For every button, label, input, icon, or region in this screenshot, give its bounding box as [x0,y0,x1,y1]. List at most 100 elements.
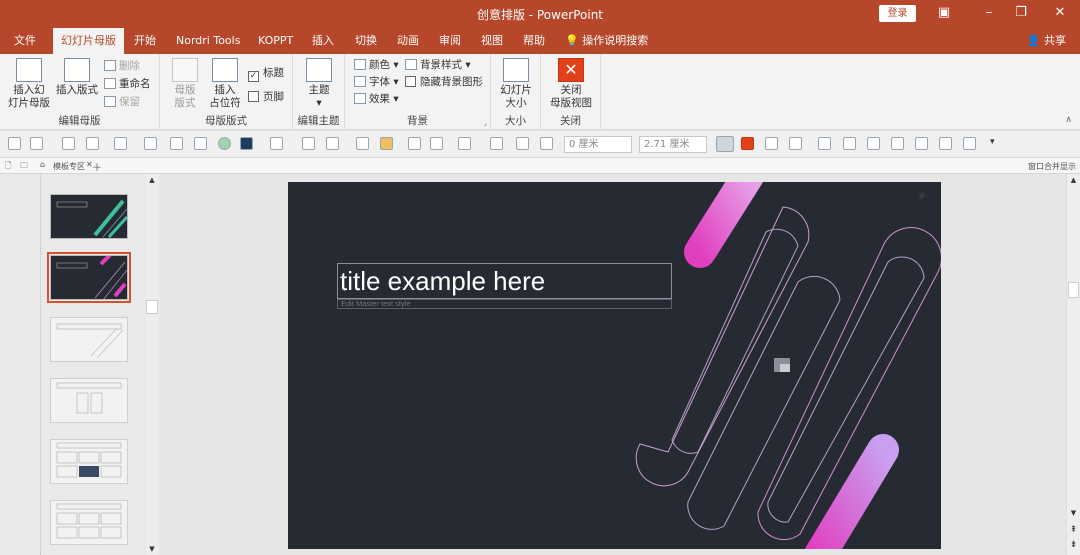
master-layout-button[interactable]: 母版 版式 [166,58,204,110]
dialog-launcher-icon[interactable]: ⌟ [484,119,487,127]
align-top-icon[interactable] [891,137,904,150]
collapse-ribbon-icon[interactable]: ∧ [1065,115,1072,125]
text-format-icon[interactable] [86,137,99,150]
next-slide-icon[interactable]: ⇟ [1067,540,1080,550]
thumbnail-layout[interactable] [50,500,128,545]
thumbnail-layout[interactable] [50,317,128,362]
login-button[interactable]: 登录 [879,5,916,22]
maximize-icon[interactable]: ❐ [1006,3,1036,23]
align-bottom-icon[interactable] [915,137,928,150]
paint-bucket-tool-icon[interactable] [270,137,283,150]
insert-layout-button[interactable]: 插入版式 [54,58,100,97]
circle-shape-icon[interactable] [218,137,231,150]
fonts-button[interactable]: 字体 ▾ [354,75,399,89]
add-tab-icon[interactable]: ＋ [92,159,102,174]
chart-icon[interactable] [408,137,421,150]
new-file-icon[interactable]: 🗋 [5,160,11,174]
insert-slide-master-button[interactable]: 插入幻 灯片母版 [6,58,52,110]
preserve-button[interactable]: 保留 [104,95,140,109]
scroll-up-icon[interactable]: ▲ [146,176,158,184]
tab-nordri-tools[interactable]: Nordri Tools [176,28,240,54]
fill-color-icon[interactable] [240,137,253,150]
tab-file[interactable]: 文件 [14,28,36,54]
checkbox-box [248,91,259,102]
format-painter-icon[interactable] [380,137,393,150]
thumbnail-layout[interactable] [50,378,128,423]
previous-slide-icon[interactable]: ⇞ [1067,525,1080,535]
themes-button[interactable]: 主题 ▾ [299,58,339,110]
thumbnail-layout[interactable] [50,439,128,484]
align-icon[interactable] [30,137,43,150]
folder-icon[interactable]: 🗀 [20,160,28,174]
width-spin-input[interactable]: 0 厘米 [564,136,632,153]
tab-animations[interactable]: 动画 [397,28,419,54]
textbox-icon[interactable] [62,137,75,150]
scroll-up-icon[interactable]: ▲ [1067,176,1080,184]
picture-icon[interactable] [144,137,157,150]
slide-size-button[interactable]: 幻灯片 大小 [496,58,536,110]
tab-slide-master[interactable]: 幻灯片母版 [53,28,124,54]
merge-window-toggle[interactable]: 窗口合并显示 [1028,161,1076,172]
delete-button[interactable]: 删除 [104,59,140,73]
hide-background-checkbox[interactable]: 隐藏背景图形 [405,75,483,89]
font-color-icon[interactable] [114,137,127,150]
eyedropper-icon[interactable] [356,137,369,150]
lock-icon[interactable] [8,137,21,150]
replace-icon[interactable] [540,137,553,150]
pen-icon[interactable] [326,137,339,150]
slide-title[interactable]: title example here [340,266,545,297]
text-wrap-icon[interactable] [963,137,976,150]
eyedropper-icon[interactable] [170,137,183,150]
group-icon[interactable] [490,137,503,150]
ribbon-display-icon[interactable]: ▣ [929,3,959,23]
background-styles-button[interactable]: 背景样式 ▾ [405,58,471,72]
minimize-icon[interactable]: – [974,3,1004,23]
delete-x-icon[interactable] [741,137,754,150]
effects-button[interactable]: 效果 ▾ [354,92,399,106]
duplicate-icon[interactable] [516,137,529,150]
tab-insert[interactable]: 插入 [312,28,334,54]
tab-home[interactable]: 开始 [134,28,156,54]
more-options-icon[interactable]: ▾ [990,137,995,147]
tell-me-search[interactable]: 💡 操作说明搜索 [565,28,648,54]
share-button[interactable]: 👤 共享 [1027,28,1066,54]
tab-koppt[interactable]: KOPPT [258,28,293,54]
connector-icon[interactable] [458,137,471,150]
rotate-icon[interactable] [939,137,952,150]
scrollbar-thumb[interactable] [146,300,158,314]
tab-view[interactable]: 视图 [481,28,503,54]
crop-icon[interactable] [194,137,207,150]
thumbnail-scrollbar[interactable]: ▲ ▼ [146,174,158,555]
scroll-down-icon[interactable]: ▼ [1067,509,1080,517]
height-spin-input[interactable]: 2.71 厘米 [639,136,707,153]
tab-review[interactable]: 审阅 [439,28,461,54]
title-checkbox[interactable]: ✓ 标题 [248,66,284,82]
shape-icon[interactable] [430,137,443,150]
insert-placeholder-button[interactable]: 插入 占位符 [204,58,246,110]
rename-button[interactable]: 重命名 [104,77,151,91]
eyedropper-icon[interactable] [302,137,315,150]
rename-icon [104,78,116,89]
tab-transitions[interactable]: 切换 [355,28,377,54]
distribute-icon[interactable] [867,137,880,150]
tab-help[interactable]: 帮助 [523,28,545,54]
group-label: 母版版式 [205,115,247,127]
slide-subtitle[interactable]: Edit Master text style [341,299,411,308]
colors-button[interactable]: 颜色 ▾ [354,58,399,72]
align-center-icon[interactable] [843,137,856,150]
thumbnail-layout-title[interactable] [47,252,131,303]
close-icon[interactable]: ✕ [1045,3,1075,23]
home-icon[interactable]: ⌂ [40,160,45,169]
layers-icon[interactable] [765,137,778,150]
thumbnail-master[interactable] [50,194,129,239]
align-left-icon[interactable] [818,137,831,150]
slide-canvas[interactable]: title example here Edit Master text styl… [288,182,941,549]
selection-pane-icon[interactable] [716,136,734,152]
scrollbar-thumb[interactable] [1068,282,1079,298]
frame-icon[interactable] [789,137,802,150]
template-tab[interactable]: 模板专区 [53,161,85,172]
slide-scrollbar[interactable]: ▲ ▼ ⇞ ⇟ [1066,174,1080,555]
close-master-view-button[interactable]: ✕ 关闭 母版视图 [547,58,595,110]
footer-checkbox[interactable]: 页脚 [248,90,284,104]
scroll-down-icon[interactable]: ▼ [146,545,158,553]
